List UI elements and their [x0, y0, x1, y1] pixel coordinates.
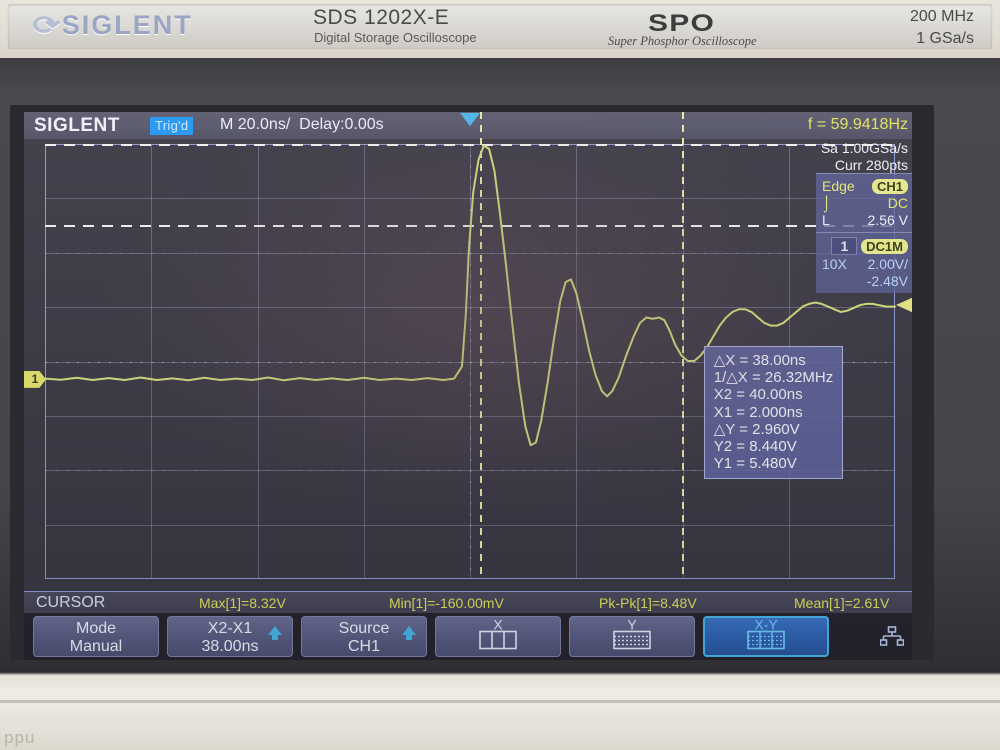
measurement-mode-label: CURSOR [36, 594, 106, 611]
cursor-readout-box: △X = 38.00ns 1/△X = 26.32MHz X2 = 40.00ns X… [703, 346, 844, 480]
trigger-type-row: Edge CH1 [816, 177, 912, 194]
model-description: Digital Storage Oscilloscope [314, 30, 477, 45]
volts-per-div: 2.00V/ [867, 256, 908, 272]
svg-text:X-Y: X-Y [754, 617, 778, 632]
trigger-slope-row: ⌡ DC [816, 194, 912, 212]
trigger-type: Edge [822, 178, 855, 194]
channel-scale-row: 10X 2.00V/ [816, 255, 912, 272]
siglent-logo-text: SIGLENT [61, 10, 193, 40]
siglent-swirl-icon: ⟳ [32, 10, 64, 40]
xy-cursor-icon: X-Y [735, 616, 797, 656]
x-cursor-icon: X [467, 616, 529, 656]
cursor-readout-line: X1 = 2.000ns [713, 403, 803, 421]
svg-text:Y: Y [627, 617, 637, 632]
right-info-panel: Sa 1.00GSa/s Curr 280pts Edge CH1 ⌡ DC L… [816, 139, 912, 293]
timebase-readout[interactable]: M 20.0ns/ Delay:0.00s [220, 116, 384, 134]
trigger-status-badge[interactable]: Trig'd [150, 117, 194, 135]
cursor-readout-line: 1/△X = 26.32MHz [713, 369, 834, 387]
probe-attenuation: 10X [822, 256, 847, 272]
chevron-up-icon [402, 626, 416, 640]
memory-depth-readout: Curr 280pts [834, 157, 908, 173]
channel-1-ground-marker[interactable]: 1 [24, 370, 46, 388]
trigger-level-label: L [822, 212, 830, 228]
cursor-readout-line: Y1 = 5.480V [713, 455, 797, 473]
trigger-position-marker[interactable] [460, 113, 480, 126]
softkey-x-cursor[interactable]: X [435, 616, 561, 657]
softkey-label-secondary: 38.00ns [201, 638, 259, 655]
channel-offset: -2.48V [866, 273, 908, 289]
measurement-item[interactable]: Min[1]=-160.00mV [389, 595, 504, 611]
softkey-x2-x1[interactable]: X2-X1 38.00ns [167, 616, 293, 657]
cursor-readout-line: Y2 = 8.440V [713, 438, 797, 456]
oscilloscope-display: SIGLENT Trig'd M 20.0ns/ Delay:0.00s f =… [24, 112, 912, 660]
softkey-y-cursor[interactable]: Y [569, 616, 695, 657]
softkey-label-secondary: CH1 [347, 638, 380, 655]
wall-background-bottom [0, 668, 1000, 750]
model-number: SDS 1202X-E [313, 6, 450, 29]
softkey-bar: Mode Manual X2-X1 38.00ns Source CH1 X Y X-Y [24, 613, 912, 660]
softkey-label-primary: Mode [75, 620, 117, 637]
trigger-level-value: 2.56 V [867, 212, 908, 228]
timebase-value: M 20.0ns/ [220, 116, 291, 133]
trigger-source: CH1 [871, 179, 908, 194]
cursor-readout-line: △Y = 2.960V [713, 420, 800, 438]
svg-text:X: X [493, 617, 503, 632]
channel-input-impedance: DC1M [861, 239, 908, 254]
measurement-item[interactable]: Pk-Pk[1]=8.48V [599, 595, 697, 611]
chevron-up-icon [268, 626, 282, 640]
rising-edge-icon: ⌡ [822, 195, 832, 212]
oscilloscope-photo: ⟳SIGLENT SDS 1202X-E Digital Storage Osc… [0, 0, 1000, 750]
measurement-bar: CURSOR Max[1]=8.32V Min[1]=-160.00mV Pk-Pk… [24, 591, 912, 614]
desk-edge-line [0, 700, 1000, 703]
measurement-item[interactable]: Max[1]=8.32V [199, 595, 286, 611]
trigger-coupling: DC [887, 195, 908, 211]
siglent-logo: ⟳SIGLENT [32, 10, 193, 41]
sample-rate-label: 1 GSa/s [916, 30, 974, 47]
lan-icon [879, 626, 905, 653]
sample-rate-readout: Sa 1.00GSa/s [820, 140, 908, 156]
background-ghost-text: ppu [4, 728, 36, 747]
graticule[interactable]: 1 △X = 38.00ns 1/△X = 26.32MHz X2 = 40.00n… [24, 112, 912, 579]
frequency-counter: f = 59.9418Hz [807, 116, 908, 133]
measurement-item[interactable]: Mean[1]=2.61V [794, 595, 889, 611]
channel-info-block[interactable]: 1 DC1M 10X 2.00V/ -2.48V [816, 232, 912, 293]
status-brand: SIGLENT [34, 115, 120, 136]
channel-number: 1 [831, 237, 858, 255]
softkey-label-secondary: Manual [69, 638, 123, 655]
softkey-source[interactable]: Source CH1 [301, 616, 427, 657]
cursor-readout-line: △X = 38.00ns [713, 352, 806, 369]
softkey-xy-cursor[interactable]: X-Y [703, 616, 829, 657]
instrument-brand-bar: ⟳SIGLENT SDS 1202X-E Digital Storage Osc… [8, 4, 992, 48]
spo-description: Super Phosphor Oscilloscope [608, 34, 757, 48]
bandwidth-label: 200 MHz [909, 8, 974, 25]
softkey-mode[interactable]: Mode Manual [33, 616, 159, 657]
channel-header-row: 1 DC1M [816, 236, 912, 255]
delay-value: Delay:0.00s [299, 116, 384, 133]
y-cursor-icon: Y [601, 616, 663, 656]
trigger-level-row: L 2.56 V [816, 211, 912, 228]
cursor-readout-line: X2 = 40.00ns [713, 386, 803, 404]
trigger-level-marker[interactable] [896, 295, 912, 314]
trigger-info-block[interactable]: Edge CH1 ⌡ DC L 2.56 V [816, 173, 912, 232]
